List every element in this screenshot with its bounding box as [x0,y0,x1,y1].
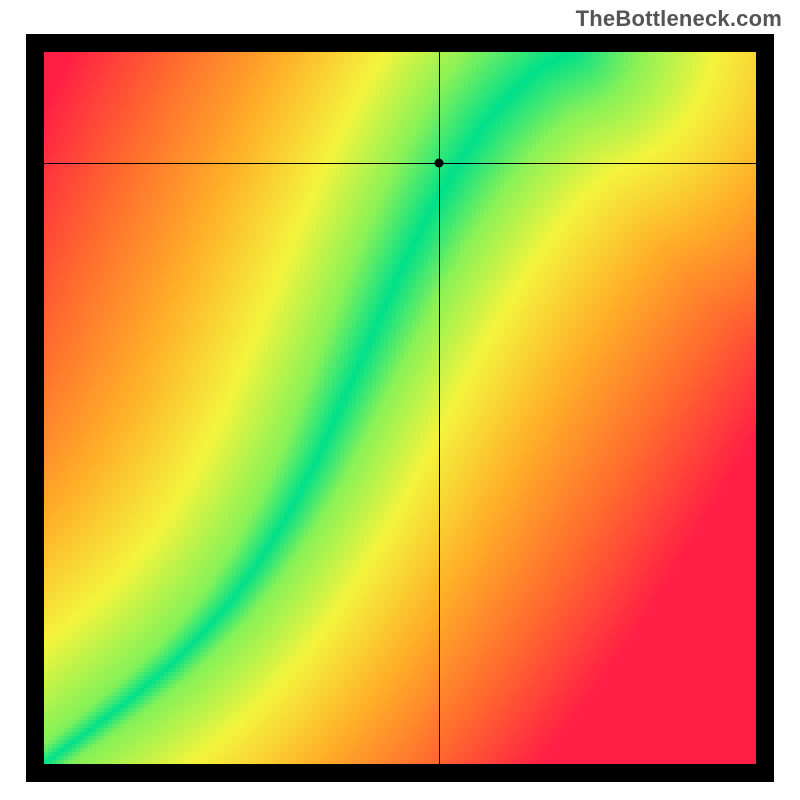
watermark-text: TheBottleneck.com [576,6,782,32]
plot-frame [26,34,774,782]
heatmap-canvas [44,52,756,764]
crosshair-horizontal [44,163,756,164]
page-root: TheBottleneck.com [0,0,800,800]
plot-area [44,52,756,764]
crosshair-marker [435,159,444,168]
